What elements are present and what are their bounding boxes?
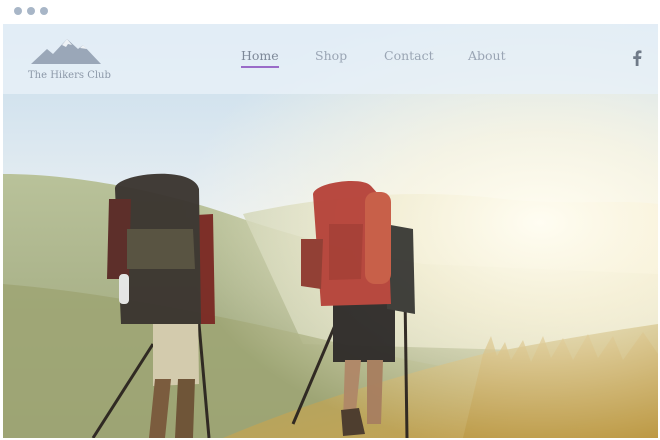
- window-controls: [14, 7, 48, 15]
- facebook-icon[interactable]: [630, 50, 644, 66]
- website-viewport: The Hikers Club Home Shop Contact About: [3, 24, 658, 438]
- active-nav-indicator: [241, 66, 279, 68]
- nav-shop[interactable]: Shop: [315, 48, 347, 63]
- nav-label: Shop: [315, 48, 348, 63]
- nav-label: Home: [241, 48, 279, 63]
- site-header: The Hikers Club Home Shop Contact About: [3, 24, 658, 94]
- main-nav: Home Shop Contact About: [3, 48, 658, 72]
- nav-label: Contact: [384, 48, 434, 63]
- facebook-glyph: [633, 50, 642, 66]
- browser-window-bar: [0, 0, 660, 24]
- window-dot-icon[interactable]: [27, 7, 35, 15]
- nav-about[interactable]: About: [468, 48, 506, 63]
- window-dot-icon[interactable]: [40, 7, 48, 15]
- window-dot-icon[interactable]: [14, 7, 22, 15]
- nav-contact[interactable]: Contact: [384, 48, 434, 63]
- nav-label: About: [468, 48, 506, 63]
- nav-home[interactable]: Home: [241, 48, 279, 68]
